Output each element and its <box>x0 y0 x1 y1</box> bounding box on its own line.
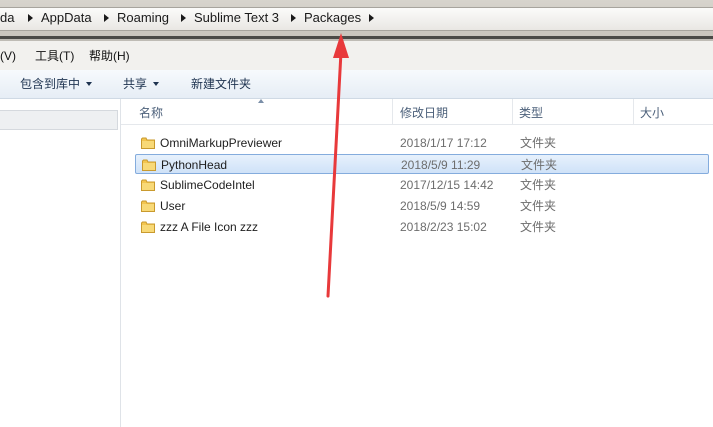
share-label: 共享 <box>123 77 148 91</box>
sort-ascending-icon <box>258 99 264 103</box>
breadcrumb-arrow-icon[interactable] <box>104 14 109 22</box>
menu-help[interactable]: 帮助(H) <box>89 48 130 64</box>
menu-bar: 看(V) 工具(T) 帮助(H) <box>0 41 713 71</box>
column-name[interactable]: 名称 <box>139 105 163 121</box>
file-type: 文件夹 <box>520 136 557 150</box>
file-row[interactable]: User 2018/5/9 14:59 文件夹 <box>135 196 709 216</box>
column-size[interactable]: 大小 <box>640 105 664 121</box>
address-bar: da AppData Roaming Sublime Text 3 Packag… <box>0 0 713 37</box>
file-name: zzz A File Icon zzz <box>160 220 259 234</box>
column-divider[interactable] <box>633 99 634 124</box>
column-divider[interactable] <box>512 99 513 124</box>
breadcrumb-item-packages[interactable]: Packages <box>304 8 361 28</box>
breadcrumb-item-roaming[interactable]: Roaming <box>117 8 169 28</box>
file-type: 文件夹 <box>521 158 558 172</box>
menu-view[interactable]: 看(V) <box>0 48 16 64</box>
breadcrumb-arrow-icon[interactable] <box>369 14 374 22</box>
breadcrumb-item-sublime-text-3[interactable]: Sublime Text 3 <box>194 8 279 28</box>
folder-icon <box>141 179 155 191</box>
column-type[interactable]: 类型 <box>519 105 543 121</box>
folder-icon <box>142 159 156 171</box>
file-type: 文件夹 <box>520 199 557 213</box>
folder-icon <box>141 137 155 149</box>
breadcrumb-arrow-icon[interactable] <box>291 14 296 22</box>
file-date: 2017/12/15 14:42 <box>400 178 494 192</box>
file-name: SublimeCodeIntel <box>160 178 255 192</box>
breadcrumb-item-da[interactable]: da <box>0 8 14 28</box>
file-type: 文件夹 <box>520 220 557 234</box>
include-in-library-label: 包含到库中 <box>20 77 81 91</box>
new-folder-button[interactable]: 新建文件夹 <box>191 76 251 92</box>
file-name: User <box>160 199 186 213</box>
dropdown-icon <box>153 82 160 86</box>
file-name: PythonHead <box>161 158 228 172</box>
column-date[interactable]: 修改日期 <box>400 105 448 121</box>
breadcrumb-arrow-icon[interactable] <box>28 14 33 22</box>
navigation-pane[interactable] <box>0 99 121 427</box>
file-date: 2018/5/9 11:29 <box>401 158 481 172</box>
folder-icon <box>141 221 155 233</box>
breadcrumb-arrow-icon[interactable] <box>181 14 186 22</box>
dropdown-icon <box>86 82 93 86</box>
column-header: 名称 修改日期 类型 大小 <box>121 99 713 125</box>
folder-icon <box>141 200 155 212</box>
file-row[interactable]: zzz A File Icon zzz 2018/2/23 15:02 文件夹 <box>135 217 709 237</box>
include-in-library-button[interactable]: 包含到库中 <box>20 76 93 92</box>
file-row[interactable]: PythonHead 2018/5/9 11:29 文件夹 <box>135 154 709 174</box>
file-type: 文件夹 <box>520 178 557 192</box>
file-row[interactable]: SublimeCodeIntel 2017/12/15 14:42 文件夹 <box>135 175 709 195</box>
file-row[interactable]: OmniMarkupPreviewer 2018/1/17 17:12 文件夹 <box>135 133 709 153</box>
file-name: OmniMarkupPreviewer <box>160 136 283 150</box>
menu-tools[interactable]: 工具(T) <box>35 48 74 64</box>
breadcrumb-item-appdata[interactable]: AppData <box>41 8 92 28</box>
column-divider[interactable] <box>392 99 393 124</box>
file-date: 2018/5/9 14:59 <box>400 199 481 213</box>
command-bar: 包含到库中 共享 新建文件夹 <box>0 70 713 99</box>
share-button[interactable]: 共享 <box>123 76 160 92</box>
file-date: 2018/2/23 15:02 <box>400 220 487 234</box>
file-date: 2018/1/17 17:12 <box>400 136 487 150</box>
nav-selected-item[interactable] <box>0 110 118 130</box>
